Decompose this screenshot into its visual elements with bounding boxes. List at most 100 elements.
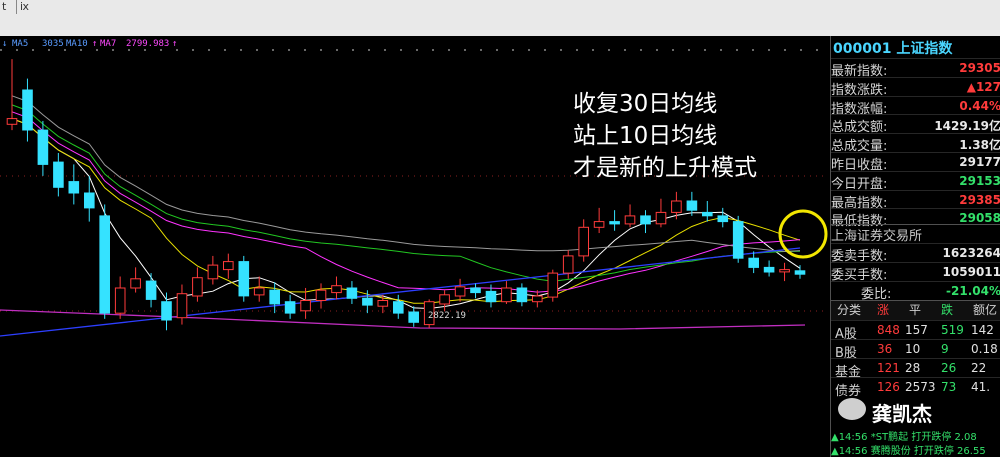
wechat-icon [838, 398, 866, 420]
index-name: 上证指数 [896, 41, 953, 57]
toolbar-glyph-left[interactable]: t [2, 0, 6, 14]
candle-body [732, 221, 744, 259]
candle-body [269, 289, 280, 305]
quote-row: 指数涨幅: 0.44% [831, 95, 1000, 117]
candle-body [84, 192, 95, 209]
candle-body [454, 286, 466, 297]
candle-body [284, 301, 296, 314]
candle-body [640, 215, 651, 225]
candle-body [6, 118, 18, 125]
candle-body [578, 226, 590, 257]
candle-body [439, 294, 450, 305]
candle-body [68, 181, 80, 194]
breadth-cell: 22 [971, 361, 987, 375]
watermark-name: 龚凯杰 [872, 402, 932, 426]
annotation-line-3: 才是新的上升模式 [573, 155, 757, 181]
breadth-cell: 142 [971, 323, 994, 337]
th-up: 涨 [877, 303, 890, 317]
breadth-row: 债券 126 2573 73 41. [831, 377, 1000, 399]
candle-body [377, 300, 389, 307]
breadth-cell: 2573 [905, 380, 936, 394]
candle-body [207, 264, 219, 280]
breadth-cell: 10 [905, 342, 921, 356]
quote-value: 29177 [959, 155, 1000, 169]
legend-ma7-label: MA7 [100, 39, 116, 49]
candle-body [702, 211, 713, 217]
quote-row: 指数涨跌: ▲127 [831, 76, 1000, 98]
breadth-row: B股 36 10 9 0.18 [831, 339, 1000, 361]
candle-body [99, 215, 111, 314]
breadth-cell: 73 [941, 380, 957, 394]
order-value: -21.04% [946, 284, 1000, 298]
candle-body [593, 221, 605, 228]
toolbar-glyph-right[interactable]: ⅸ [20, 0, 29, 14]
tape-time: ▲14:56 [831, 446, 868, 457]
legend-ma5-value: 3035 [42, 39, 64, 49]
quote-panel: 000001 上证指数 最新指数: 29305 指数涨跌: ▲127 指数涨幅: 0.44… [830, 36, 1000, 457]
candle-body [516, 287, 528, 303]
index-code: 000001 [833, 41, 892, 57]
breadth-cell: 36 [877, 342, 893, 356]
legend-ma7-up: ↑ [172, 39, 177, 49]
breadth-cell: 26 [941, 361, 957, 375]
title-bar: t ⅸ [0, 0, 1000, 36]
candle-body [300, 300, 311, 312]
legend-ma7-value: 2799.983 [126, 39, 169, 49]
candle-body [362, 297, 373, 306]
breadth-row: A股 848 157 519 142 [831, 320, 1000, 342]
quote-value: 29385 [959, 192, 1000, 207]
ma-legend: ↓ MA5 3035 MA10 ↑ MA7 2799.983 ↑ [2, 39, 177, 49]
candle-body [655, 211, 667, 225]
candle-body [547, 272, 559, 298]
candle-body [22, 89, 33, 131]
candle-body [331, 285, 342, 294]
candle-body [763, 266, 775, 273]
legend-ma10-label: MA10 [66, 39, 88, 49]
quote-row: 最新指数: 29305 [831, 58, 1000, 79]
tape-item[interactable]: ▲14:56 赛腾股份 打开跌停 26.55 [831, 442, 1000, 457]
candle-body [346, 287, 358, 299]
candle-body [192, 277, 203, 297]
exchange-name: 上海证券交易所 [831, 224, 1000, 244]
breadth-cell: 519 [941, 323, 964, 337]
tape-item[interactable]: ▲14:56 *ST鹏起 打开跌停 2.08 [831, 428, 1000, 443]
candle-body [532, 295, 543, 303]
candle-body [114, 287, 126, 314]
candle-body [501, 287, 512, 303]
candle-body [130, 278, 141, 289]
candle-body [779, 269, 790, 273]
quote-row: 总成交额: 1429.19亿 [831, 114, 1000, 135]
th-down: 跌 [941, 303, 954, 317]
order-row: 委比: -21.04% [831, 281, 1000, 302]
low-marker-text: 2822.19 [428, 311, 466, 321]
breadth-cell: 157 [905, 323, 928, 337]
th-category: 分类 [837, 303, 862, 317]
toolbar-divider [16, 0, 17, 14]
tape-text: 赛腾股份 打开跌停 26.55 [870, 446, 986, 457]
legend-ma5-arrow: ↓ [2, 39, 7, 49]
quote-row: 总成交量: 1.38亿 [831, 133, 1000, 154]
legend-ma7-arrow: ↑ [92, 39, 97, 49]
candle-body [470, 287, 481, 294]
breadth-table-header: 分类 涨 平 跌 额亿 [831, 300, 1000, 320]
th-amount: 额亿 [973, 303, 998, 317]
highlight-circle [778, 209, 828, 259]
annotation-line-2: 站上10日均线 [573, 123, 718, 149]
order-value: 1059011 [942, 265, 1000, 279]
candle-body [393, 301, 404, 314]
breadth-cell: 0.18 [971, 342, 998, 356]
order-value: 1623264 [942, 246, 1000, 260]
order-row: 委卖手数: 1623264 [831, 243, 1000, 264]
candle-body [161, 301, 172, 321]
breadth-cell: 41. [971, 380, 991, 394]
candle-body [37, 129, 49, 165]
candle-body [223, 261, 234, 271]
candle-body [238, 261, 250, 297]
breadth-cell: 848 [877, 323, 900, 337]
breadth-cell: 28 [905, 361, 921, 375]
breadth-cell: 126 [877, 380, 900, 394]
quote-value: 1429.19亿 [934, 119, 1000, 134]
candle-body [315, 289, 327, 301]
candle-body [408, 311, 419, 323]
quote-row: 最高指数: 29385 [831, 189, 1000, 211]
